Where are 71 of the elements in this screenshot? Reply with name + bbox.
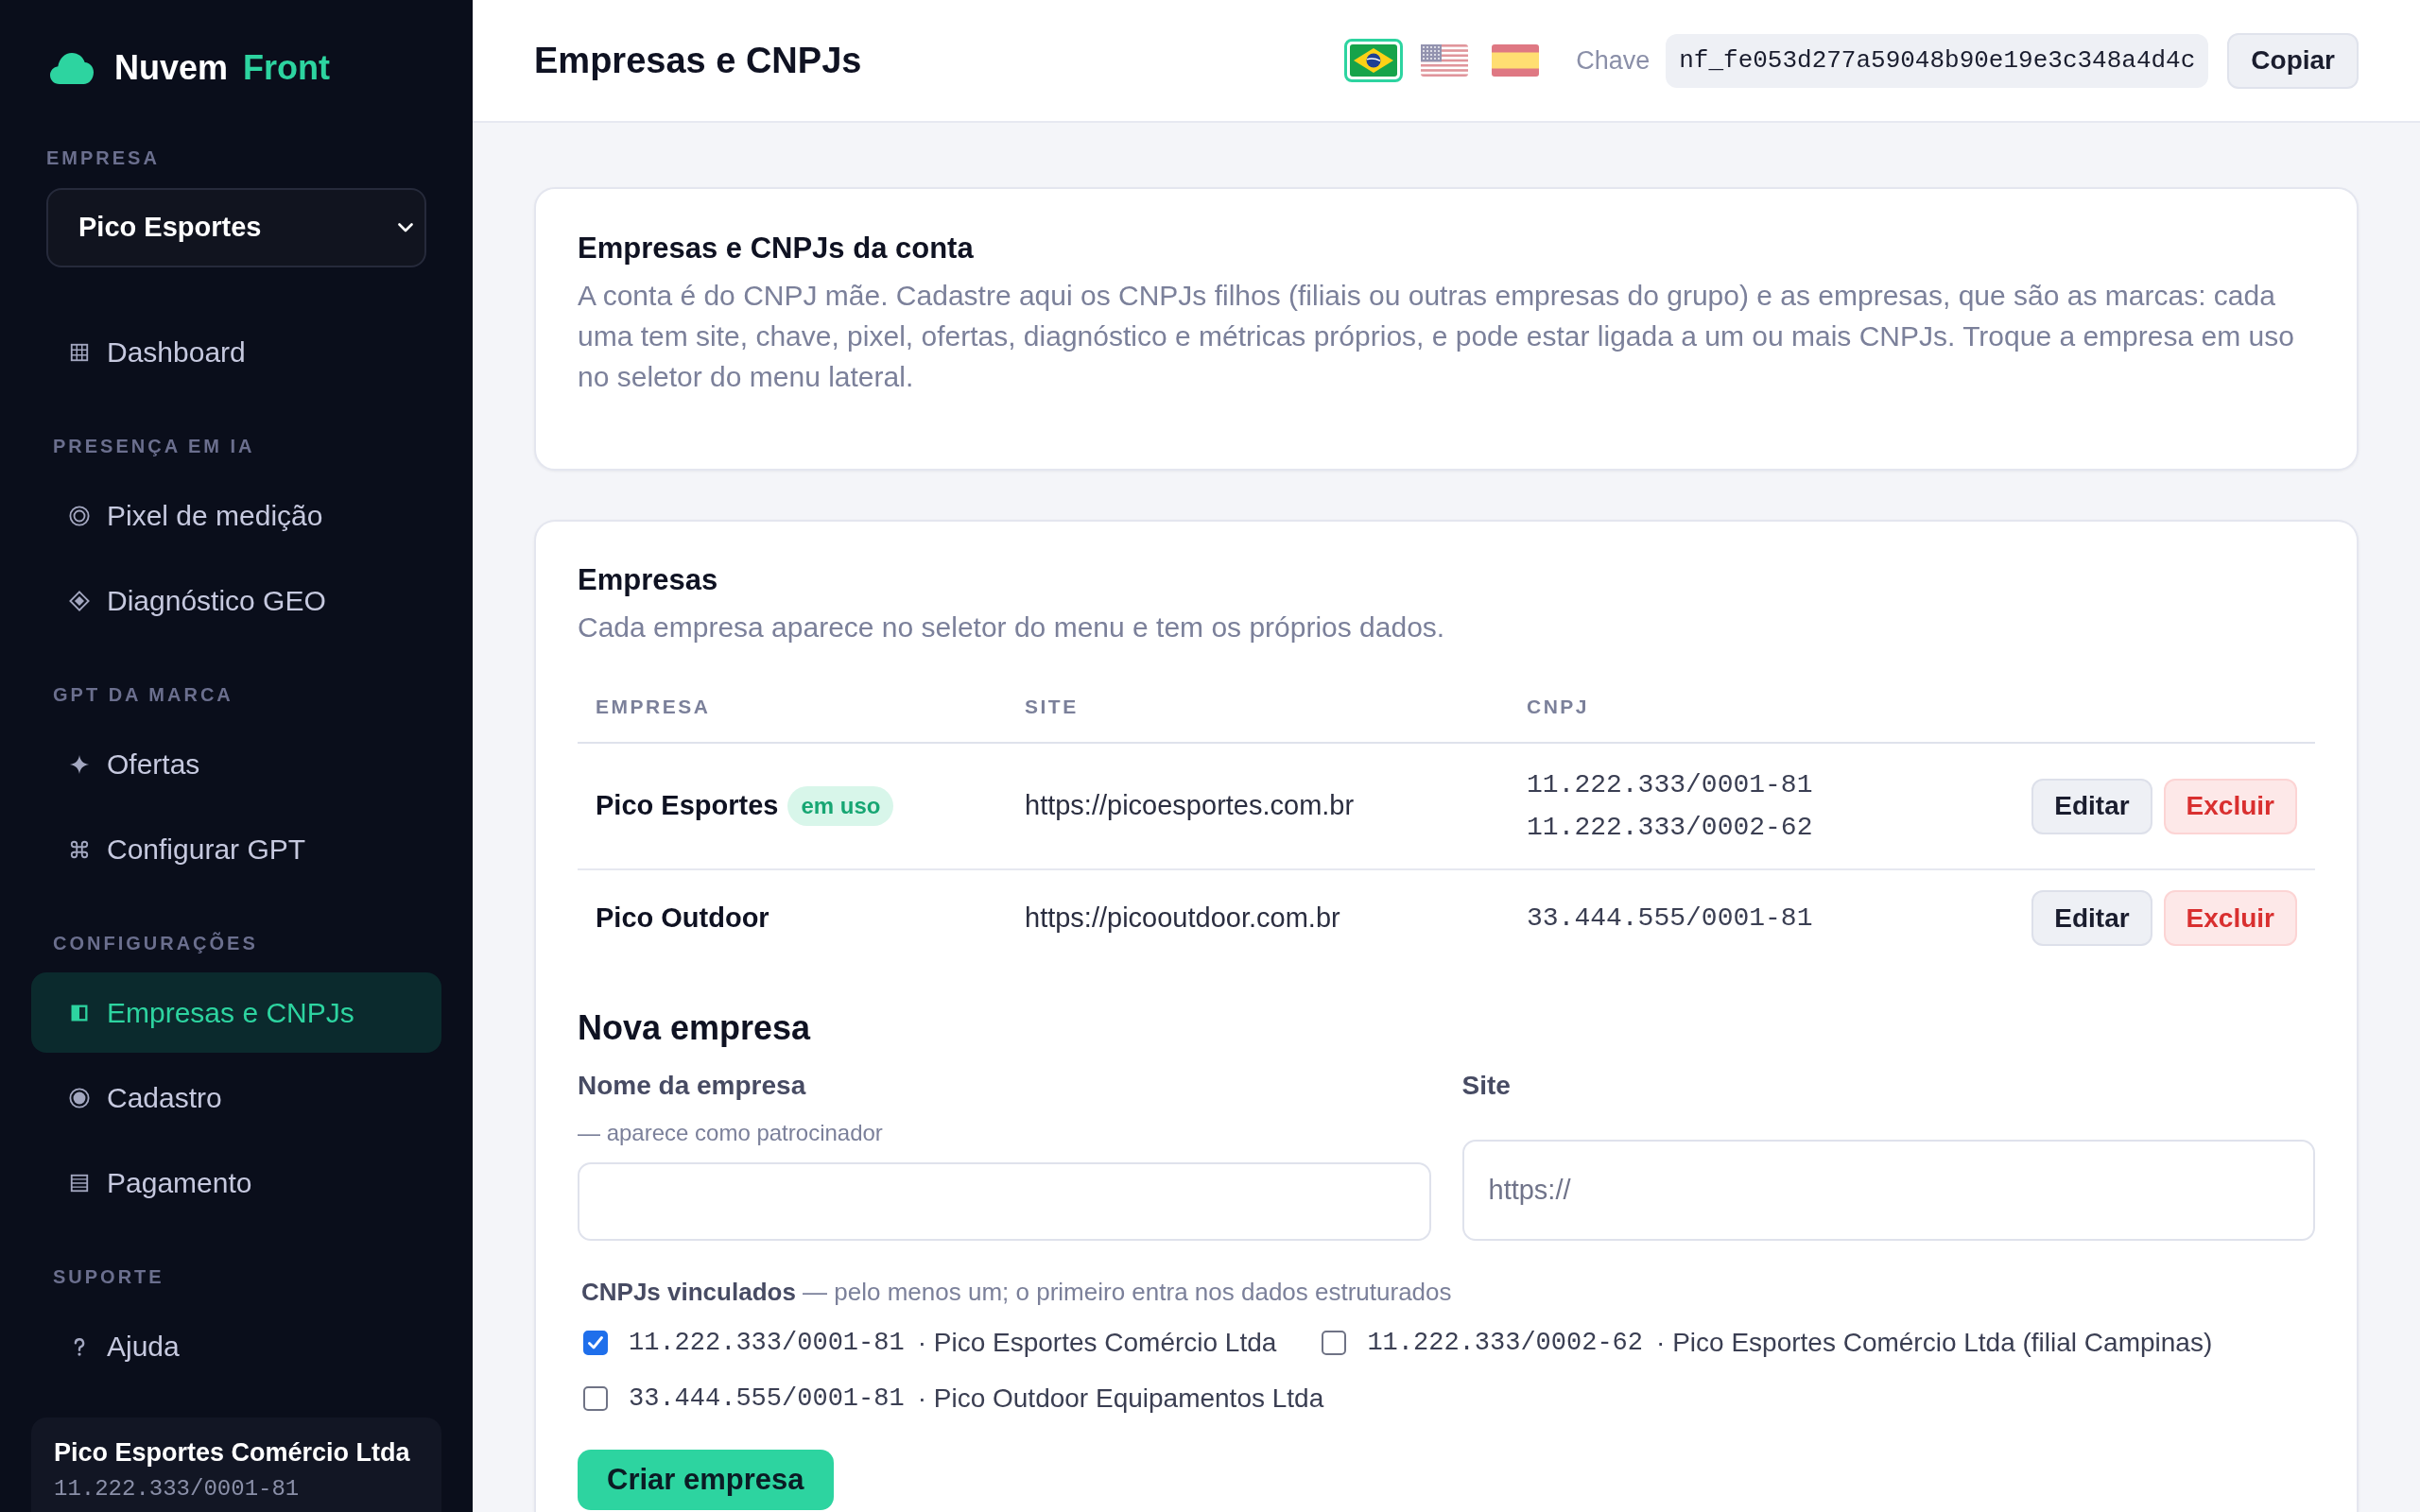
nav-item[interactable]: Pagamento — [31, 1143, 441, 1223]
cnpjs-label: CNPJs vinculados — pelo menos um; o primeiro entra nos dados estruturados — [581, 1277, 1452, 1308]
card-title: Empresas e CNPJs da conta — [578, 231, 974, 266]
company-select[interactable]: Pico Esportes — [46, 188, 426, 267]
chevron-down-icon — [398, 223, 413, 232]
company-name: · Pico Esportes Comércio Ltda — [917, 1327, 1277, 1359]
target-icon — [69, 505, 90, 526]
create-button[interactable]: Criar empresa — [578, 1450, 834, 1510]
site-url: https://picooutdoor.com.br — [1025, 901, 1340, 935]
nav-item[interactable]: Cadastro — [31, 1057, 441, 1138]
edit-button[interactable]: Editar — [2031, 890, 2152, 946]
section-label: PRESENÇA EM IA — [53, 435, 255, 457]
card-description: Cada empresa aparece no seletor do menu e tem os próprios dados. — [578, 610, 1445, 644]
radio-dot-icon — [69, 1087, 90, 1108]
column-header: SITE — [1025, 694, 1079, 719]
api-key-field[interactable]: nf_fe053d277a59048b90e19e3c348a4d4c — [1666, 33, 2209, 88]
field-hint: — aparece como patrocinador — [578, 1119, 883, 1147]
copy-button[interactable]: Copiar — [2227, 32, 2359, 89]
field-label: Site — [1461, 1070, 1511, 1102]
text-input[interactable] — [578, 1162, 1431, 1241]
status-badge: em uso — [787, 786, 894, 826]
company-name: · Pico Outdoor Equipamentos Ltda — [917, 1383, 1324, 1415]
company-name: · Pico Esportes Comércio Ltda (filial Campinas) — [1656, 1327, 2213, 1359]
nav-item[interactable]: Ofertas — [31, 724, 441, 804]
company-name: Pico Outdoor — [596, 901, 769, 935]
card-title: Empresas — [578, 562, 718, 598]
edit-button[interactable]: Editar — [2031, 778, 2152, 834]
nav-item[interactable]: Dashboard — [31, 312, 441, 392]
cnpj-number: 11.222.333/0002-62 — [1367, 1327, 1644, 1359]
diamond-icon — [69, 590, 90, 611]
checkbox[interactable] — [583, 1331, 608, 1355]
cnpj-number: 33.444.555/0001-81 — [629, 1383, 905, 1415]
checkbox[interactable] — [583, 1386, 608, 1411]
us-flag-icon — [1421, 44, 1469, 77]
spain-flag-icon — [1492, 44, 1540, 77]
language-button[interactable] — [1344, 39, 1404, 82]
logo-text: Nuvem Front — [114, 47, 331, 89]
section-label: SUPORTE — [53, 1265, 164, 1288]
column-header: CNPJ — [1527, 694, 1590, 719]
account-name: Pico Esportes Comércio Ltda — [54, 1437, 410, 1469]
grid-icon — [69, 341, 90, 363]
delete-button[interactable]: Excluir — [2163, 778, 2297, 834]
account-cnpj: 11.222.333/0001-81 — [54, 1475, 300, 1503]
page-title: Empresas e CNPJs — [534, 40, 862, 82]
cnpj-number: 11.222.333/0001-81 — [1527, 769, 1813, 801]
nav-item[interactable]: Configurar GPT — [31, 809, 441, 889]
field-label: Nome da empresa — [578, 1070, 806, 1102]
section-label: CONFIGURAÇÕES — [53, 932, 258, 954]
site-url: https://picoesportes.com.br — [1025, 789, 1355, 823]
cnpj-number: 11.222.333/0001-81 — [629, 1327, 905, 1359]
section-label: GPT DA MARCA — [53, 683, 233, 706]
card-description: A conta é do CNPJ mãe. Cadastre aqui os CNPJs filhos (filiais ou outras empresas do grupo) e as empresas, que são as marcas: cada uma tem site, chave, pixel, ofertas, diagnóstico e métricas próprios, e pode estar ligada a um ou mais CNPJs. Troque a empresa em uso no seletor do menu lateral. — [578, 279, 2295, 394]
cloud-icon — [49, 51, 95, 85]
section-title: Nova empresa — [578, 1007, 811, 1049]
company-name: Pico Esportes — [596, 789, 779, 823]
delete-button[interactable]: Excluir — [2163, 890, 2297, 946]
cnpj-number: 11.222.333/0002-62 — [1527, 812, 1813, 844]
cnpj-number: 33.444.555/0001-81 — [1527, 902, 1813, 935]
checkmark-icon — [588, 1336, 603, 1349]
nav-item[interactable]: Diagnóstico GEO — [31, 560, 441, 641]
nav-item[interactable]: Empresas e CNPJs — [31, 972, 441, 1053]
text-input[interactable]: https:// — [1461, 1140, 2315, 1241]
checkbox[interactable] — [1322, 1331, 1347, 1355]
column-header: EMPRESA — [596, 694, 711, 719]
key-label: Chave — [1576, 44, 1651, 77]
nav-item[interactable]: Ajuda — [31, 1306, 441, 1386]
nav-item[interactable]: Pixel de medição — [31, 475, 441, 556]
brazil-flag-icon — [1350, 44, 1398, 77]
section-label: EMPRESA — [46, 146, 160, 169]
lined-square-icon — [69, 1172, 90, 1194]
command-icon — [69, 838, 90, 860]
